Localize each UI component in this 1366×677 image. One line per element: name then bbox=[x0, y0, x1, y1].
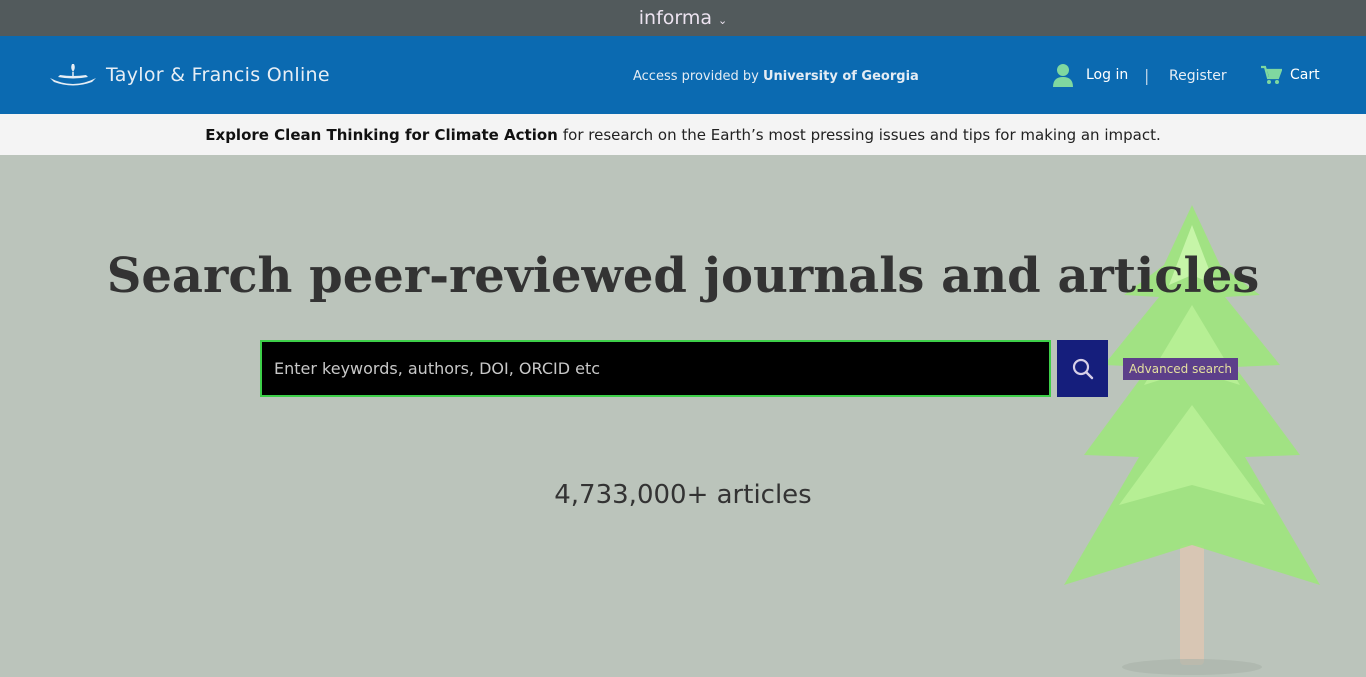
logo-icon bbox=[50, 64, 96, 86]
search-input[interactable] bbox=[262, 342, 1049, 395]
article-count: 4,733,000+ articles bbox=[554, 480, 812, 510]
cart-label: Cart bbox=[1290, 67, 1320, 83]
login-button[interactable]: Log in bbox=[1052, 63, 1128, 87]
logo-text: Taylor & Francis Online bbox=[106, 64, 330, 86]
informa-label: informa bbox=[638, 7, 713, 29]
user-icon bbox=[1053, 64, 1073, 87]
advanced-search-link[interactable]: Advanced search bbox=[1123, 358, 1238, 380]
promo-banner: Explore Clean Thinking for Climate Actio… bbox=[0, 114, 1366, 155]
search-box bbox=[260, 340, 1051, 397]
promo-text: for research on the Earth’s most pressin… bbox=[562, 125, 1161, 144]
informa-bar: informa ⌄ bbox=[0, 0, 1366, 36]
logo-link[interactable]: Taylor & Francis Online bbox=[48, 60, 330, 90]
access-prefix: Access provided by bbox=[633, 69, 759, 84]
cart-button[interactable]: Cart bbox=[1260, 65, 1320, 85]
informa-menu-button[interactable]: informa ⌄ bbox=[639, 7, 727, 29]
search-button[interactable] bbox=[1057, 340, 1108, 397]
hero-title: Search peer-reviewed journals and articl… bbox=[106, 248, 1260, 304]
search-icon bbox=[1072, 358, 1093, 379]
chevron-down-icon: ⌄ bbox=[718, 13, 728, 27]
login-label: Log in bbox=[1086, 67, 1129, 83]
access-institution[interactable]: University of Georgia bbox=[763, 69, 919, 84]
header-separator: | bbox=[1144, 66, 1150, 85]
cart-icon bbox=[1261, 65, 1282, 84]
promo-link[interactable]: Explore Clean Thinking for Climate Actio… bbox=[205, 126, 558, 144]
register-link[interactable]: Register bbox=[1169, 68, 1227, 84]
site-header: Taylor & Francis Online Access provided … bbox=[0, 36, 1366, 114]
access-provided: Access provided by University of Georgia bbox=[633, 69, 919, 84]
